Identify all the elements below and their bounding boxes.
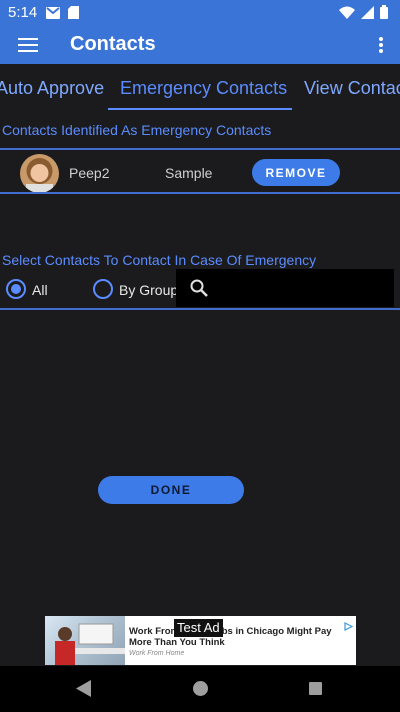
search-icon: [190, 279, 208, 302]
gmail-icon: [46, 6, 60, 24]
tab-emergency-contacts[interactable]: Emergency Contacts: [120, 78, 287, 99]
divider: [0, 308, 400, 310]
app-title: Contacts: [70, 33, 156, 55]
screen: 5:14 Contacts Auto Approve Emergency Con…: [0, 0, 400, 712]
emergency-contacts-heading: Contacts Identified As Emergency Contact…: [2, 122, 272, 138]
radio-all[interactable]: [6, 279, 26, 299]
ad-headline: Work From Home Jobs in Chicago Might Pay…: [129, 626, 332, 648]
system-nav-bar: [0, 666, 400, 712]
radio-by-group[interactable]: [93, 279, 113, 299]
sim-card-icon: [68, 6, 79, 24]
select-contacts-heading: Select Contacts To Contact In Case Of Em…: [2, 252, 317, 268]
signal-icon: [361, 5, 374, 24]
more-vert-icon[interactable]: [372, 32, 390, 58]
radio-by-group-label[interactable]: By Group: [119, 282, 178, 298]
status-time: 5:14: [8, 4, 38, 21]
done-button[interactable]: DONE: [98, 476, 244, 504]
ad-image: [45, 616, 125, 665]
divider: [0, 148, 400, 150]
recents-icon[interactable]: [309, 682, 322, 695]
tab-view-contacts[interactable]: View Contacts: [304, 78, 400, 99]
tab-auto-approve[interactable]: Auto Approve: [0, 78, 104, 99]
avatar: [20, 154, 59, 193]
test-ad-label: Test Ad: [174, 619, 223, 637]
app-bar: Contacts: [0, 26, 400, 64]
home-icon[interactable]: [193, 681, 208, 696]
contact-detail: Sample: [165, 165, 213, 181]
tab-bar: Auto Approve Emergency Contacts View Con…: [0, 64, 400, 110]
tab-indicator: [108, 108, 292, 110]
remove-button[interactable]: REMOVE: [252, 159, 340, 186]
ad-source: Work From Home: [129, 650, 185, 657]
ad-choices-icon[interactable]: [344, 618, 354, 631]
battery-icon: [380, 5, 388, 24]
contact-name: Peep2: [69, 165, 110, 181]
status-bar: 5:14: [0, 0, 400, 26]
divider: [0, 192, 400, 194]
wifi-icon: [339, 6, 355, 24]
back-icon[interactable]: [76, 680, 92, 702]
radio-all-label[interactable]: All: [32, 282, 48, 298]
search-input[interactable]: [176, 269, 394, 307]
hamburger-menu-icon[interactable]: [14, 32, 42, 58]
